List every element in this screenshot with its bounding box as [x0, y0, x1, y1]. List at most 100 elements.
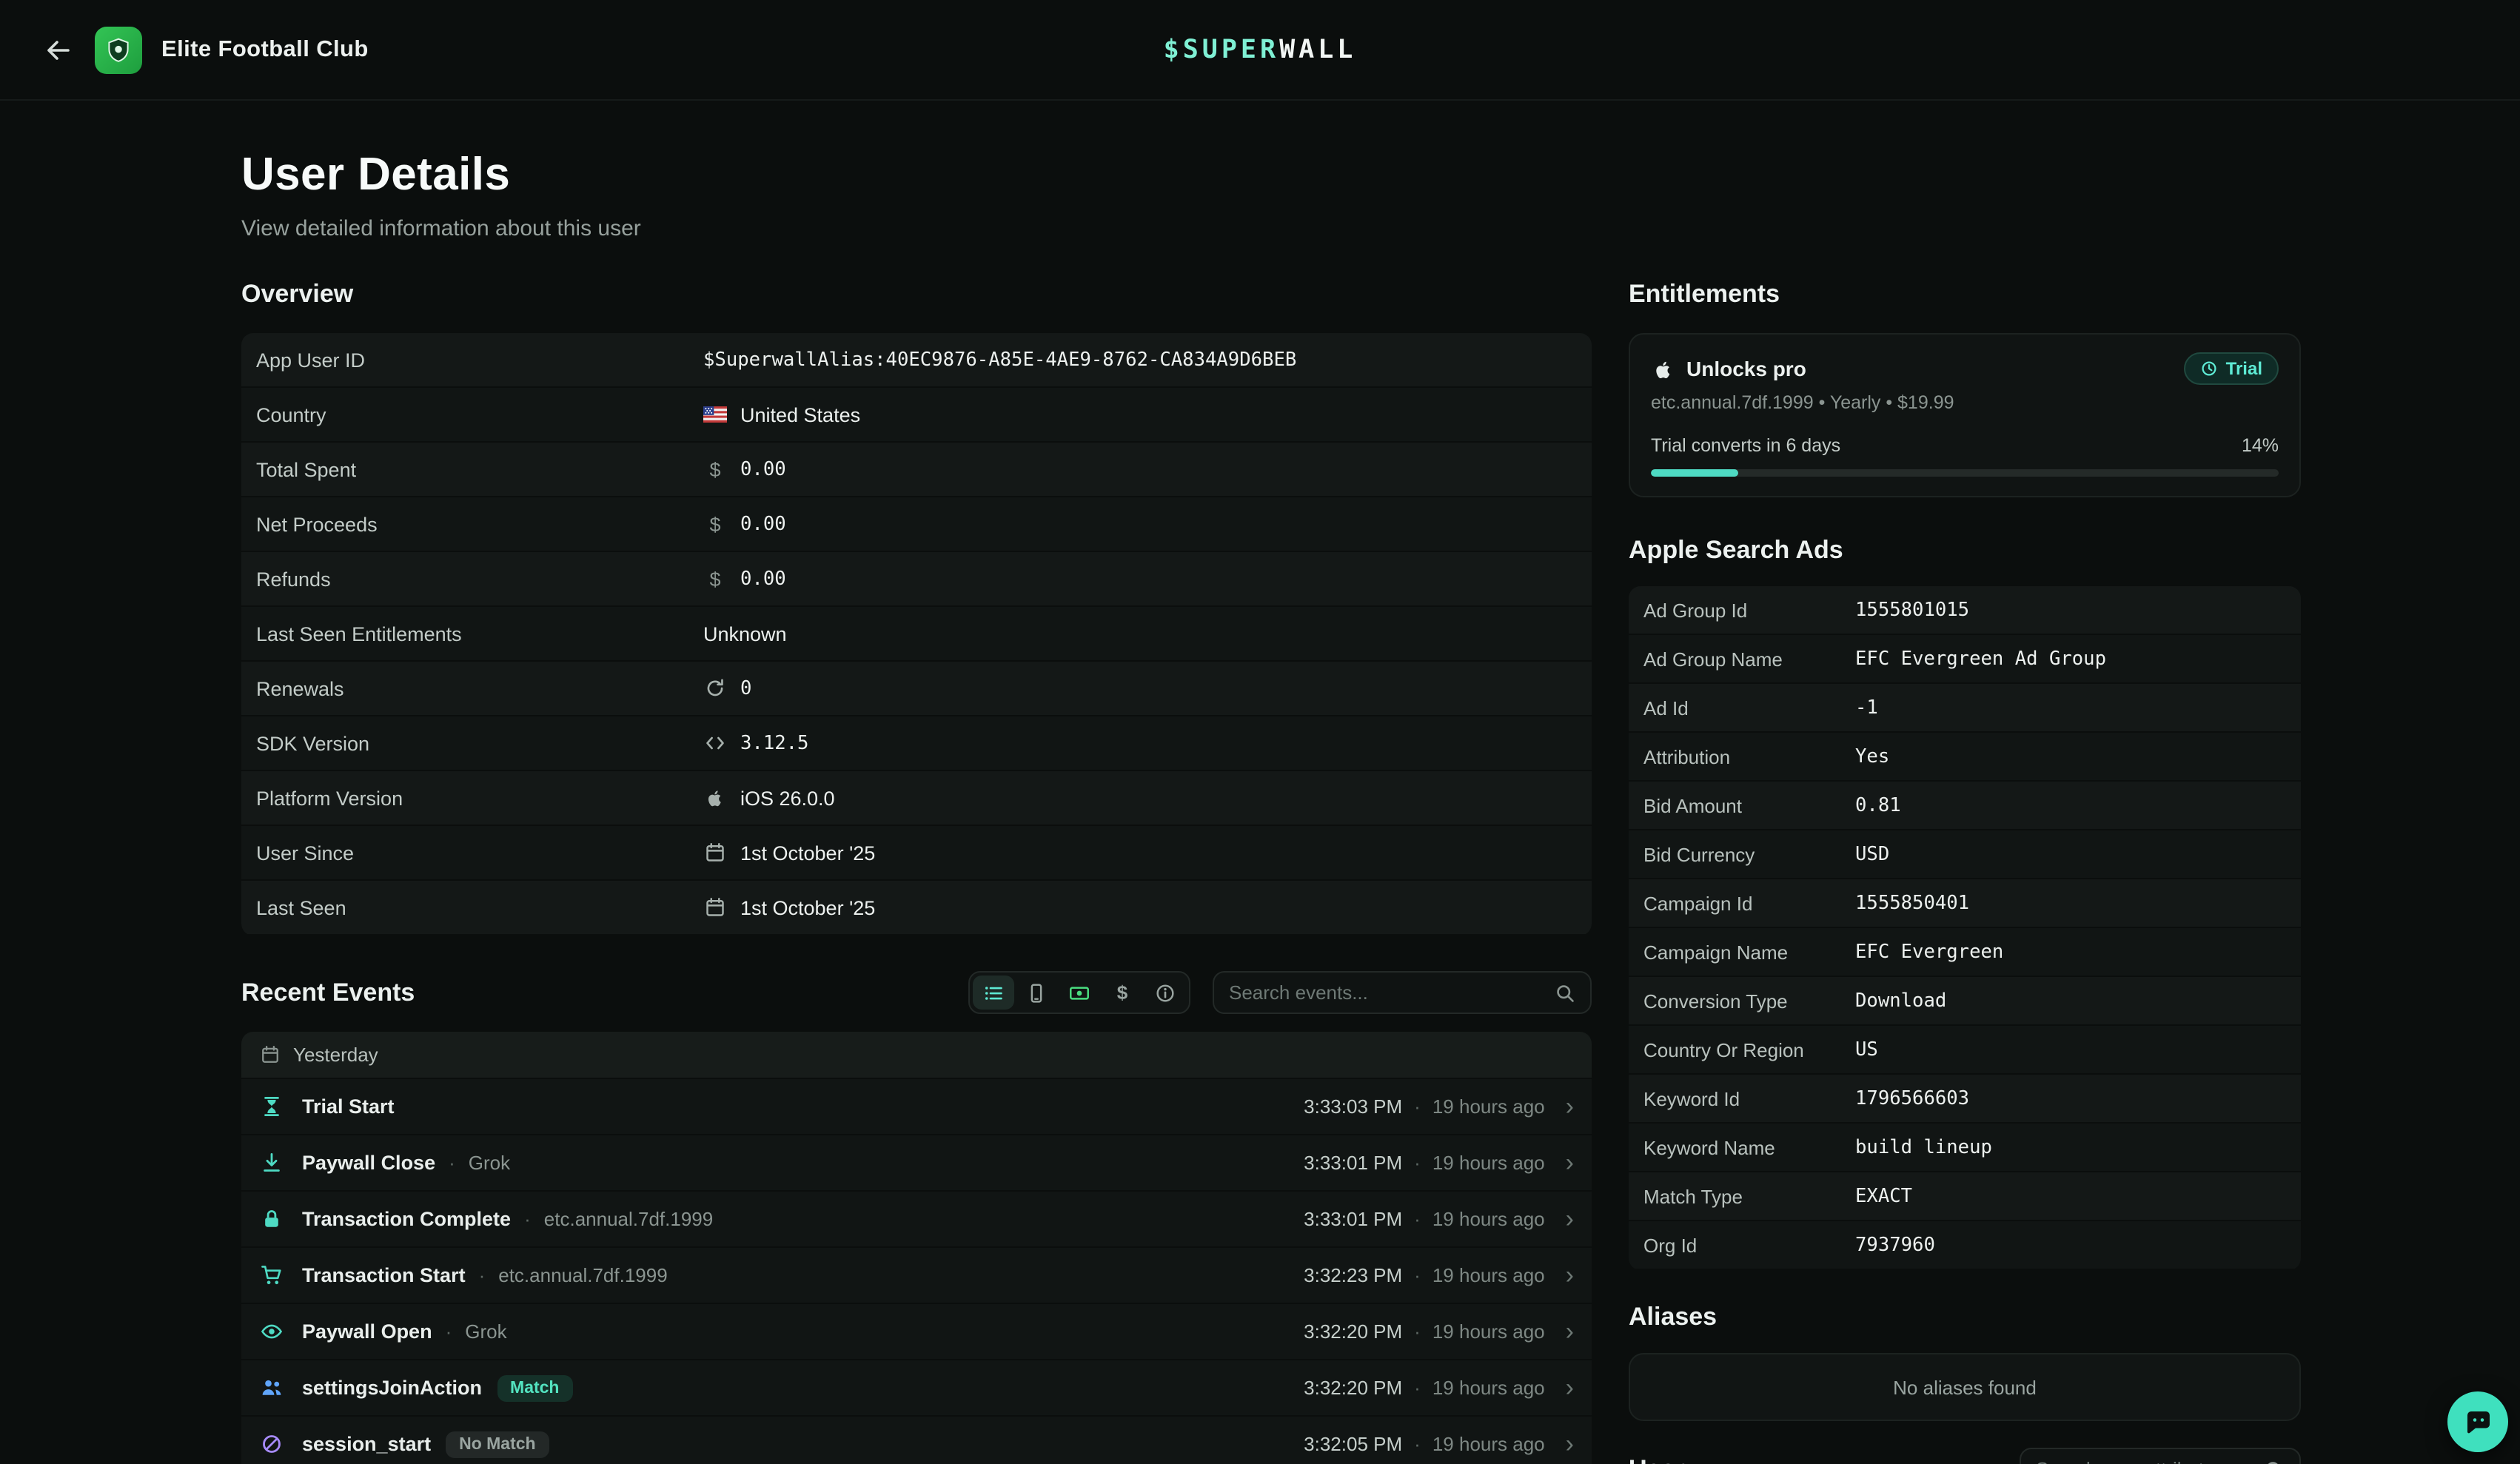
- event-row-trial-start[interactable]: Trial Start 3:33:03 PM 19 hours ago ›: [241, 1079, 1592, 1134]
- entitlement-card: Unlocks pro Trial etc.annual.7df.1999 • …: [1629, 333, 2301, 497]
- topbar: Elite Football Club $SUPERWALL: [0, 0, 2520, 101]
- row-label: Platform Version: [256, 787, 703, 809]
- user-attributes-search-input[interactable]: [2036, 1458, 2264, 1464]
- lock-icon: [261, 1208, 286, 1230]
- eye-icon: [261, 1320, 286, 1343]
- event-row-transaction-start[interactable]: Transaction Start etc.annual.7df.1999 3:…: [241, 1248, 1592, 1303]
- event-row-paywall-close[interactable]: Paywall Close Grok 3:33:01 PM 19 hours a…: [241, 1135, 1592, 1190]
- asa-row: Ad Group Name EFC Evergreen Ad Group: [1629, 635, 2301, 682]
- chevron-right-icon: ›: [1566, 1431, 1574, 1457]
- event-filter-segmented-control: $: [968, 971, 1190, 1014]
- row-label: Renewals: [256, 677, 703, 699]
- club-logo-icon: [95, 26, 142, 73]
- trial-converts-label: Trial converts in 6 days: [1651, 435, 1840, 456]
- overview-table: App User ID $SuperwallAlias:40EC9876-A85…: [241, 333, 1592, 936]
- us-flag-icon: [703, 406, 727, 423]
- filter-device-button[interactable]: [1016, 976, 1057, 1010]
- asa-row: Country Or Region US: [1629, 1026, 2301, 1073]
- paywall-close-icon: [261, 1152, 286, 1174]
- code-icon: [703, 733, 727, 753]
- asa-row: Campaign Id 1555850401: [1629, 879, 2301, 927]
- row-value: 1st October '25: [740, 896, 875, 919]
- calendar-icon: [703, 842, 727, 863]
- user-heading: User: [1629, 1454, 1685, 1464]
- event-row-settings-join-action[interactable]: settingsJoinAction Match 3:32:20 PM 19 h…: [241, 1360, 1592, 1415]
- chevron-right-icon: ›: [1566, 1375, 1574, 1400]
- chevron-right-icon: ›: [1566, 1206, 1574, 1232]
- chevron-right-icon: ›: [1566, 1263, 1574, 1288]
- trial-progress-fill: [1651, 469, 1739, 477]
- asa-row: Ad Group Id 1555801015: [1629, 586, 2301, 634]
- event-row-transaction-complete[interactable]: Transaction Complete etc.annual.7df.1999…: [241, 1192, 1592, 1246]
- overview-row-platform-version: Platform Version iOS 26.0.0: [241, 771, 1592, 825]
- overview-row-last-seen-entitlements: Last Seen Entitlements Unknown: [241, 607, 1592, 660]
- filter-list-button[interactable]: [973, 976, 1014, 1010]
- chevron-right-icon: ›: [1566, 1319, 1574, 1344]
- trial-percent: 14%: [2242, 435, 2279, 456]
- chat-bubble-icon: [2463, 1407, 2493, 1437]
- row-value: $SuperwallAlias:40EC9876-A85E-4AE9-8762-…: [703, 349, 1296, 371]
- asa-row: Match Type EXACT: [1629, 1172, 2301, 1220]
- overview-row-country: Country: [241, 388, 1592, 441]
- asa-row: Attribution Yes: [1629, 733, 2301, 780]
- trial-progress-bar: [1651, 469, 2279, 477]
- device-icon: [1026, 982, 1047, 1003]
- overview-row-net-proceeds: Net Proceeds $ 0.00: [241, 497, 1592, 551]
- info-icon: [1155, 982, 1176, 1003]
- superwall-logo: $SUPERWALL: [1164, 35, 1357, 64]
- events-search: [1213, 971, 1592, 1014]
- asa-row: Ad Id -1: [1629, 684, 2301, 731]
- slash-circle-icon: [261, 1433, 286, 1455]
- calendar-icon: [261, 1045, 280, 1064]
- event-row-session-start-custom[interactable]: session_start No Match 3:32:05 PM 19 hou…: [241, 1417, 1592, 1464]
- overview-row-last-seen: Last Seen 1st October '25: [241, 881, 1592, 934]
- no-match-badge: No Match: [446, 1431, 549, 1457]
- match-badge: Match: [497, 1374, 572, 1401]
- row-value: United States: [740, 403, 860, 426]
- row-value: 3.12.5: [740, 732, 808, 754]
- support-chat-button[interactable]: [2447, 1391, 2508, 1452]
- events-group-header: Yesterday: [241, 1032, 1592, 1078]
- hourglass-icon: [261, 1095, 286, 1118]
- filter-dollar-button[interactable]: $: [1102, 976, 1143, 1010]
- search-icon: [1555, 982, 1575, 1003]
- overview-row-user-since: User Since 1st October '25: [241, 826, 1592, 879]
- asa-row: Keyword Id 1796566603: [1629, 1075, 2301, 1122]
- events-group-label: Yesterday: [293, 1044, 378, 1066]
- filter-info-button[interactable]: [1145, 976, 1186, 1010]
- entitlements-heading: Entitlements: [1629, 280, 2301, 309]
- row-label: Refunds: [256, 568, 703, 590]
- dollar-icon: $: [1117, 981, 1127, 1004]
- apple-icon: [703, 788, 727, 808]
- app-window: Elite Football Club $SUPERWALL User Deta…: [0, 0, 2520, 1464]
- asa-row: Campaign Name EFC Evergreen: [1629, 928, 2301, 976]
- asa-row: Org Id 7937960: [1629, 1221, 2301, 1269]
- apple-search-ads-heading: Apple Search Ads: [1629, 536, 2301, 565]
- overview-row-total-spent: Total Spent $ 0.00: [241, 443, 1592, 496]
- dollar-icon: $: [703, 513, 727, 535]
- chevron-right-icon: ›: [1566, 1094, 1574, 1119]
- filter-cash-button[interactable]: [1059, 976, 1100, 1010]
- back-arrow-icon: [43, 35, 73, 64]
- search-icon: [2264, 1459, 2285, 1464]
- cart-icon: [261, 1264, 286, 1286]
- row-label: User Since: [256, 842, 703, 864]
- cash-icon: [1069, 982, 1090, 1003]
- overview-row-renewals: Renewals 0: [241, 662, 1592, 715]
- row-value: Unknown: [703, 622, 787, 645]
- event-row-paywall-open[interactable]: Paywall Open Grok 3:32:20 PM 19 hours ag…: [241, 1304, 1592, 1359]
- row-label: SDK Version: [256, 732, 703, 754]
- page-title: User Details: [241, 148, 2301, 201]
- row-label: Net Proceeds: [256, 513, 703, 535]
- row-label: Total Spent: [256, 458, 703, 480]
- asa-row: Bid Currency USD: [1629, 830, 2301, 878]
- main-content: User Details View detailed information a…: [0, 101, 2520, 1464]
- aliases-empty-state: No aliases found: [1629, 1353, 2301, 1421]
- entitlement-name: Unlocks pro: [1686, 357, 1806, 380]
- list-icon: [983, 982, 1004, 1003]
- row-value: 0.00: [740, 513, 786, 535]
- entitlement-detail: etc.annual.7df.1999 • Yearly • $19.99: [1651, 392, 2279, 413]
- back-button[interactable]: [38, 30, 77, 69]
- aliases-heading: Aliases: [1629, 1303, 2301, 1332]
- events-search-input[interactable]: [1229, 981, 1555, 1004]
